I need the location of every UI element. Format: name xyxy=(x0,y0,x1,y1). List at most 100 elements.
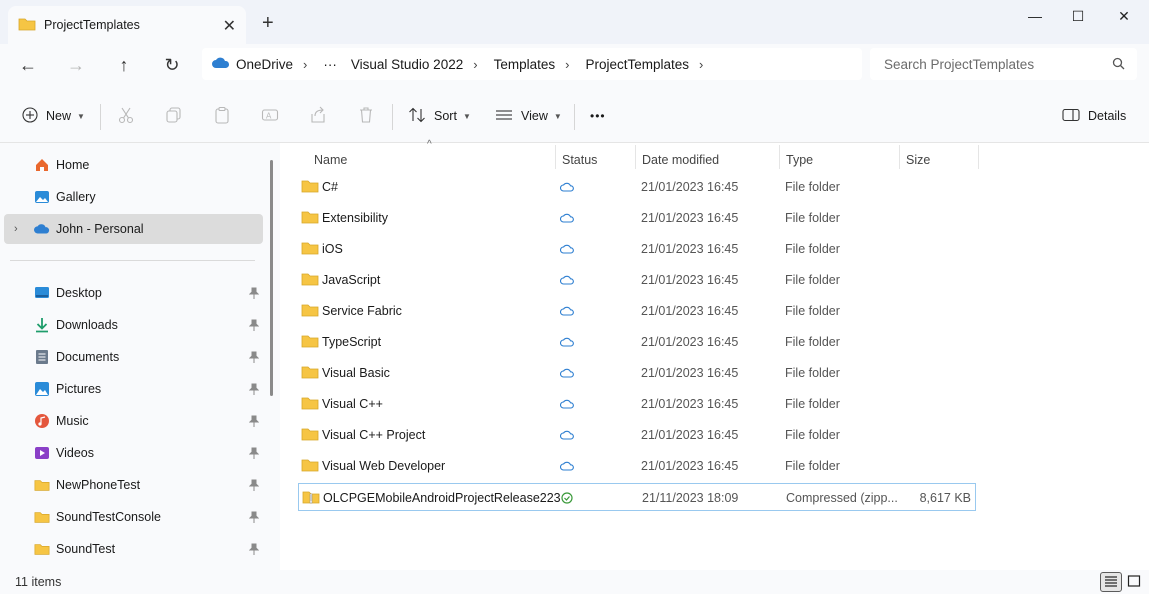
new-tab-button[interactable]: + xyxy=(262,12,274,35)
file-type: File folder xyxy=(785,273,840,287)
chevron-right-icon[interactable]: › xyxy=(699,57,703,72)
sidebar-item-john-personal[interactable]: › John - Personal xyxy=(4,214,263,244)
search-input[interactable]: Search ProjectTemplates xyxy=(870,48,1137,80)
sidebar-item-soundtest[interactable]: SoundTest xyxy=(4,534,263,564)
chevron-right-icon[interactable]: › xyxy=(303,57,307,72)
status-bar: 11 items xyxy=(0,570,1149,594)
pin-icon[interactable] xyxy=(248,415,260,427)
breadcrumb-ellipsis[interactable]: ··· xyxy=(323,57,337,72)
file-row[interactable]: iOS 21/01/2023 16:45 File folder xyxy=(298,235,976,263)
file-name: Visual C++ xyxy=(322,397,383,411)
details-view-icon xyxy=(1104,575,1118,590)
details-button[interactable]: Details xyxy=(1062,104,1126,128)
column-header-status[interactable]: Status xyxy=(562,147,597,173)
chevron-right-icon[interactable]: › xyxy=(473,57,477,72)
sidebar-item-videos[interactable]: Videos xyxy=(4,438,263,468)
file-row[interactable]: Visual C++ 21/01/2023 16:45 File folder xyxy=(298,390,976,418)
forward-button[interactable]: → xyxy=(62,52,90,78)
tiles-view-toggle[interactable] xyxy=(1123,572,1145,592)
refresh-button[interactable]: ↻ xyxy=(158,52,186,78)
cloud-status-icon xyxy=(560,243,574,257)
zip-folder-icon xyxy=(302,490,320,507)
back-button[interactable]: ← xyxy=(14,52,42,78)
file-name: Service Fabric xyxy=(322,304,402,318)
view-button[interactable]: View ▼ xyxy=(495,104,562,128)
sidebar-item-music[interactable]: Music xyxy=(4,406,263,436)
file-name: Visual C++ Project xyxy=(322,428,426,442)
pin-icon[interactable] xyxy=(248,511,260,523)
chevron-right-icon[interactable]: › xyxy=(565,57,569,72)
pictures-icon xyxy=(34,381,50,397)
breadcrumb-projecttemplates[interactable]: ProjectTemplates xyxy=(585,57,689,72)
address-bar[interactable]: OneDrive › ··· Visual Studio 2022 › Temp… xyxy=(202,48,862,80)
maximize-button[interactable]: ☐ xyxy=(1058,8,1098,28)
file-date: 21/01/2023 16:45 xyxy=(641,459,739,473)
file-date: 21/01/2023 16:45 xyxy=(641,180,739,194)
copy-icon[interactable] xyxy=(165,106,183,124)
item-count: 11 items xyxy=(15,575,62,589)
file-type: File folder xyxy=(785,304,840,318)
navigation-pane: Home Gallery › John - Personal Desktop D… xyxy=(0,143,280,570)
chevron-down-icon: ▼ xyxy=(462,111,471,121)
sidebar-item-downloads[interactable]: Downloads xyxy=(4,310,263,340)
divider xyxy=(574,104,575,130)
nav-scrollbar[interactable] xyxy=(270,160,273,396)
sidebar-item-gallery[interactable]: Gallery xyxy=(4,182,263,212)
sidebar-item-soundtestconsole[interactable]: SoundTestConsole xyxy=(4,502,263,532)
sidebar-item-pictures[interactable]: Pictures xyxy=(4,374,263,404)
column-divider[interactable] xyxy=(978,145,979,169)
file-row[interactable]: JavaScript 21/01/2023 16:45 File folder xyxy=(298,266,976,294)
file-date: 21/01/2023 16:45 xyxy=(641,242,739,256)
sidebar-item-home[interactable]: Home xyxy=(4,150,263,180)
pin-icon[interactable] xyxy=(248,447,260,459)
file-row[interactable]: TypeScript 21/01/2023 16:45 File folder xyxy=(298,328,976,356)
column-divider[interactable] xyxy=(555,145,556,169)
pin-icon[interactable] xyxy=(248,479,260,491)
cut-icon[interactable] xyxy=(117,106,135,124)
see-more-button[interactable]: ••• xyxy=(590,104,606,128)
pin-icon[interactable] xyxy=(248,351,260,363)
sidebar-item-documents[interactable]: Documents xyxy=(4,342,263,372)
tab-projecttemplates[interactable]: ProjectTemplates ✕ xyxy=(8,6,246,44)
sidebar-item-newphonetest[interactable]: NewPhoneTest xyxy=(4,470,263,500)
rename-icon[interactable]: A xyxy=(261,106,279,124)
sidebar-item-desktop[interactable]: Desktop xyxy=(4,278,263,308)
column-header-name[interactable]: Name xyxy=(314,147,347,173)
chevron-right-icon[interactable]: › xyxy=(14,223,18,235)
tab-close-icon[interactable]: ✕ xyxy=(223,16,236,36)
file-row[interactable]: Visual Web Developer 21/01/2023 16:45 File… xyxy=(298,452,976,480)
file-row[interactable]: Service Fabric 21/01/2023 16:45 File folde… xyxy=(298,297,976,325)
file-row[interactable]: C# 21/01/2023 16:45 File folder xyxy=(298,173,976,201)
delete-icon[interactable] xyxy=(357,106,375,124)
sort-button[interactable]: Sort ▼ xyxy=(408,104,471,128)
breadcrumb-visual-studio[interactable]: Visual Studio 2022 xyxy=(351,57,463,72)
column-divider[interactable] xyxy=(899,145,900,169)
file-type: File folder xyxy=(785,397,840,411)
breadcrumb-onedrive[interactable]: OneDrive xyxy=(236,57,293,72)
navigation-bar: ← → ↑ ↻ OneDrive › ··· Visual Studio 202… xyxy=(0,44,1149,88)
new-button[interactable]: New ▼ xyxy=(22,104,85,128)
file-date: 21/01/2023 16:45 xyxy=(641,335,739,349)
column-divider[interactable] xyxy=(779,145,780,169)
file-row[interactable]: Extensibility 21/01/2023 16:45 File folder xyxy=(298,204,976,232)
details-view-toggle[interactable] xyxy=(1100,572,1122,592)
sidebar-item-label: NewPhoneTest xyxy=(56,478,141,492)
file-row[interactable]: Visual Basic 21/01/2023 16:45 File folder xyxy=(298,359,976,387)
pin-icon[interactable] xyxy=(248,543,260,555)
pin-icon[interactable] xyxy=(248,319,260,331)
column-header-date-modified[interactable]: Date modified xyxy=(642,147,719,173)
file-row[interactable]: Visual C++ Project 21/01/2023 16:45 File f… xyxy=(298,421,976,449)
paste-icon[interactable] xyxy=(213,106,231,124)
folder-icon xyxy=(301,210,319,227)
file-row[interactable]: OLCPGEMobileAndroidProjectRelease223 21/1… xyxy=(298,483,976,511)
share-icon[interactable] xyxy=(309,106,327,124)
pin-icon[interactable] xyxy=(248,287,260,299)
column-divider[interactable] xyxy=(635,145,636,169)
close-window-button[interactable]: ✕ xyxy=(1104,8,1144,28)
up-button[interactable]: ↑ xyxy=(110,52,138,78)
minimize-button[interactable]: — xyxy=(1015,8,1055,28)
column-header-size[interactable]: Size xyxy=(906,147,930,173)
column-header-type[interactable]: Type xyxy=(786,147,813,173)
breadcrumb-templates[interactable]: Templates xyxy=(494,57,556,72)
pin-icon[interactable] xyxy=(248,383,260,395)
